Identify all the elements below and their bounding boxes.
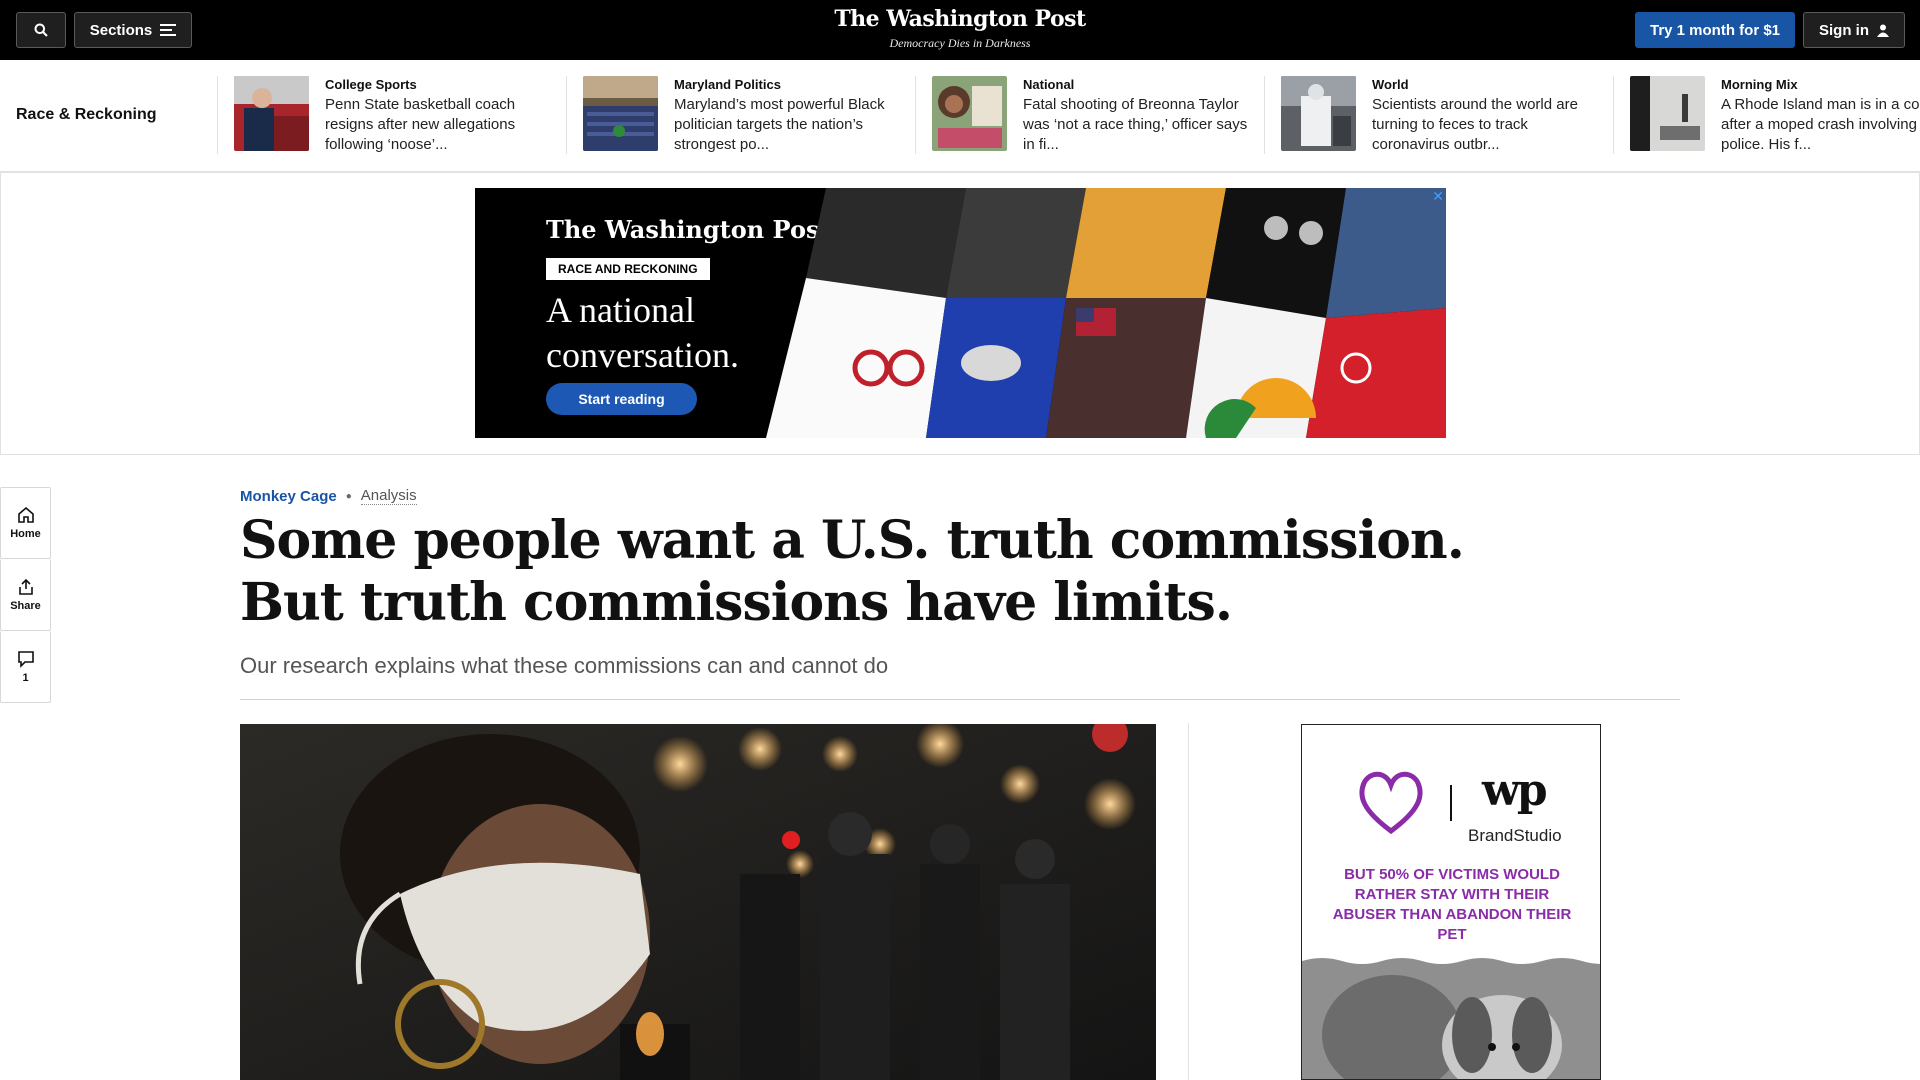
rail-comments-button[interactable]: 1	[0, 631, 51, 703]
story-headline[interactable]: Penn State basketball coach resigns afte…	[325, 95, 555, 155]
header-divider	[240, 699, 1680, 700]
story-kicker: Maryland Politics	[674, 77, 781, 92]
logo-divider	[1450, 785, 1452, 821]
sidebar-ad[interactable]: wp BrandStudio BUT 50% OF VICTIMS WOULD …	[1301, 724, 1601, 1080]
story-headline[interactable]: Scientists around the world are turning …	[1372, 95, 1602, 155]
hero-image[interactable]	[240, 724, 1156, 1080]
ad-message: BUT 50% OF VICTIMS WOULD RATHER STAY WIT…	[1332, 866, 1572, 943]
comment-icon	[17, 650, 34, 668]
story-card[interactable]: Maryland Politics Maryland’s most powerf…	[566, 76, 915, 154]
article-title: Some people want a U.S. truth commission…	[240, 510, 1465, 633]
rail-share-button[interactable]: Share	[0, 559, 51, 631]
story-kicker: World	[1372, 77, 1409, 92]
sign-in-button[interactable]: Sign in	[1803, 12, 1905, 48]
ad-banner-container: The Washington Post RACE AND RECKONING A…	[0, 172, 1920, 455]
story-kicker: Morning Mix	[1721, 77, 1798, 92]
promo-ad[interactable]: The Washington Post RACE AND RECKONING A…	[475, 188, 1446, 438]
ad-photo	[1302, 958, 1600, 1079]
masthead-tagline: Democracy Dies in Darkness	[889, 36, 1031, 50]
rail-comments-count: 1	[22, 671, 29, 684]
start-reading-button[interactable]: Start reading	[546, 383, 697, 415]
top-bar: Sections The Washington Post Democracy D…	[0, 0, 1920, 60]
story-kicker: College Sports	[325, 77, 417, 92]
article-category-link[interactable]: Monkey Cage	[240, 488, 337, 505]
rail-home-label: Home	[10, 528, 41, 540]
brandstudio-label: BrandStudio	[1468, 826, 1562, 845]
home-icon	[17, 506, 34, 523]
story-thumbnail	[1281, 76, 1356, 151]
side-rail: Home Share 1	[0, 487, 51, 703]
wp-logo: wp	[1482, 765, 1548, 816]
article-kicker: Monkey Cage ● Analysis	[240, 487, 417, 505]
share-icon	[18, 578, 33, 595]
story-card[interactable]: College Sports Penn State basketball coa…	[217, 76, 566, 154]
story-card[interactable]: Morning Mix A Rhode Island man is in a c…	[1613, 76, 1920, 154]
ad-badge: RACE AND RECKONING	[546, 258, 710, 280]
sign-in-label: Sign in	[1819, 21, 1869, 39]
column-divider	[1188, 723, 1189, 1080]
story-headline[interactable]: A Rhode Island man is in a co after a mo…	[1721, 95, 1920, 155]
article-type-label[interactable]: Analysis	[360, 487, 417, 505]
masthead-logo[interactable]: The Washington Post	[0, 6, 1920, 32]
story-thumbnail	[234, 76, 309, 151]
strip-title[interactable]: Race & Reckoning	[16, 106, 156, 124]
story-card[interactable]: World Scientists around the world are tu…	[1264, 76, 1613, 154]
related-stories-strip: Race & Reckoning College Sports Penn Sta…	[0, 60, 1920, 172]
story-thumbnail	[932, 76, 1007, 151]
article-subtitle: Our research explains what these commiss…	[240, 653, 889, 678]
ad-collage-image	[766, 188, 1446, 438]
story-headline[interactable]: Maryland’s most powerful Black politicia…	[674, 95, 904, 155]
subscribe-button[interactable]: Try 1 month for $1	[1635, 12, 1795, 48]
story-headline[interactable]: Fatal shooting of Breonna Taylor was ‘no…	[1023, 95, 1253, 155]
story-thumbnail	[1630, 76, 1705, 151]
heart-logo-icon	[1359, 771, 1423, 835]
rail-home-button[interactable]: Home	[0, 487, 51, 559]
user-icon	[1877, 24, 1889, 37]
story-card[interactable]: National Fatal shooting of Breonna Taylo…	[915, 76, 1264, 154]
rail-share-label: Share	[10, 599, 41, 612]
masthead[interactable]: The Washington Post Democracy Dies in Da…	[0, 6, 1920, 51]
ad-close-icon[interactable]: ✕	[1432, 188, 1444, 205]
story-thumbnail	[583, 76, 658, 151]
story-kicker: National	[1023, 77, 1075, 92]
separator-dot: ●	[345, 490, 352, 502]
